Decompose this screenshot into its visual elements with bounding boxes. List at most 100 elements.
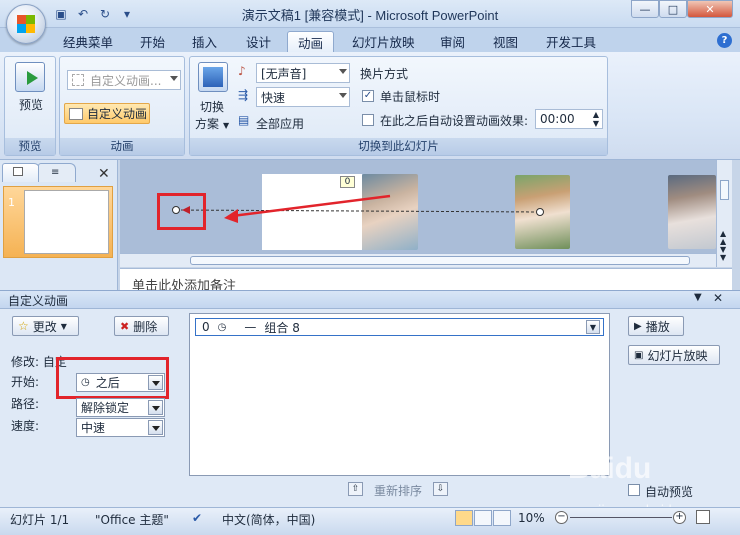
pane-close-icon[interactable]: ✕ — [713, 291, 723, 305]
slideshow-button[interactable]: ▣ 幻灯片放映 — [628, 345, 720, 365]
animation-item-name: 组合 8 — [264, 320, 300, 335]
play-icon: ▶ — [634, 320, 642, 332]
animation-clock-icon: ◷ — [217, 321, 227, 333]
speed-dropdown-icon[interactable] — [148, 420, 163, 435]
animation-combo[interactable]: 自定义动画... — [67, 70, 181, 90]
slide-thumbnail[interactable] — [24, 190, 109, 254]
sound-combo[interactable]: [无声音] — [256, 63, 350, 83]
auto-after-time-value: 00:00 — [540, 112, 575, 126]
slides-pane-close-icon[interactable]: ✕ — [98, 166, 110, 182]
apply-all-icon: ▤ — [238, 113, 250, 127]
preview-button[interactable]: 预览 — [19, 96, 43, 113]
animation-combo-value: 自定义动画... — [90, 73, 162, 88]
time-spinner-icon[interactable]: ▲ ▼ — [593, 110, 599, 128]
delete-icon: ✖ — [120, 319, 130, 333]
delete-label: 删除 — [133, 319, 158, 334]
vscroll-thumb[interactable] — [720, 180, 729, 200]
advance-mode-title: 换片方式 — [360, 67, 409, 81]
reading-view-icon[interactable] — [493, 510, 511, 526]
custom-animation-header — [0, 290, 740, 309]
speed-combo[interactable]: 快速 — [256, 87, 350, 107]
path-label: 路径: — [11, 397, 40, 411]
change-label: 更改 — [32, 319, 57, 334]
slideshow-icon: ▣ — [634, 349, 644, 361]
speed-combo-value: 快速 — [261, 90, 286, 105]
tab-animation[interactable]: 动画 — [287, 31, 335, 52]
tab-classic-menu[interactable]: 经典菜单 — [53, 31, 123, 52]
fit-to-window-icon[interactable] — [696, 510, 710, 524]
help-icon[interactable]: ? — [717, 33, 732, 48]
transition-scheme-icon[interactable] — [198, 62, 228, 92]
animation-path-icon: — — [244, 320, 257, 334]
red-annotation-arrow — [231, 194, 391, 218]
outline-tab[interactable]: ≡ — [38, 163, 76, 182]
vscroll-arrows-icon[interactable]: ▲ ▲ ▼ ▼ — [720, 230, 726, 262]
auto-after-time[interactable]: 00:00 ▲ ▼ — [535, 109, 603, 129]
reorder-down-icon[interactable]: ⇩ — [433, 482, 448, 496]
slide-horizontal-scrollbar[interactable] — [120, 253, 716, 267]
animation-list[interactable] — [189, 313, 610, 476]
status-slide-info: 幻灯片 1/1 — [10, 513, 70, 527]
tab-design[interactable]: 设计 — [236, 31, 281, 52]
auto-after-checkbox[interactable] — [362, 114, 374, 126]
group-label-animation: 动画 — [60, 138, 184, 155]
custom-animation-button[interactable]: 自定义动画 — [64, 103, 150, 124]
scheme-dropdown-icon[interactable]: ▼ — [223, 121, 229, 130]
speed-select[interactable]: 中速 — [76, 418, 165, 437]
normal-view-icon[interactable] — [455, 510, 473, 526]
animation-item-dropdown-icon[interactable]: ▼ — [586, 320, 600, 334]
zoom-out-icon[interactable]: − — [555, 511, 568, 524]
motion-path-overlay — [172, 194, 544, 223]
preview-icon[interactable] — [15, 62, 45, 92]
apply-all-button[interactable]: 全部应用 — [256, 115, 304, 132]
play-button[interactable]: ▶ 播放 — [628, 316, 684, 336]
red-arrowhead-icon — [224, 209, 238, 223]
group-label-transition: 切换到此幻灯片 — [190, 138, 607, 155]
notes-pane[interactable]: 单击此处添加备注 — [120, 268, 732, 290]
delete-effect-button[interactable]: ✖ 删除 — [114, 316, 169, 336]
group-label-preview: 预览 — [5, 138, 55, 155]
path-select[interactable]: 解除锁定 — [76, 398, 165, 417]
slide-number: 1 — [8, 196, 15, 209]
zoom-in-icon[interactable]: + — [673, 511, 686, 524]
slide-sorter-view-icon[interactable] — [474, 510, 492, 526]
outline-tab-icon: ≡ — [51, 167, 60, 178]
tab-insert[interactable]: 插入 — [182, 31, 227, 52]
custom-animation-icon — [69, 107, 83, 120]
sound-icon: ♪ — [238, 64, 246, 78]
window-title: 演示文稿1 [兼容模式] - Microsoft PowerPoint — [241, 8, 499, 23]
change-dropdown-icon: ▼ — [60, 321, 67, 331]
scheme-label[interactable]: 方案 — [195, 115, 219, 132]
reorder-up-icon[interactable]: ⇧ — [348, 482, 363, 496]
tab-home[interactable]: 开始 — [130, 31, 175, 52]
path-dropdown-icon[interactable] — [148, 400, 163, 415]
tab-review[interactable]: 审阅 — [430, 31, 475, 52]
sound-combo-value: [无声音] — [261, 66, 307, 81]
maximize-button[interactable]: □ — [659, 0, 687, 18]
tab-developer[interactable]: 开发工具 — [536, 31, 606, 52]
slides-tab[interactable] — [2, 163, 40, 182]
animation-list-item[interactable]: 0 ◷ — 组合 8 ▼ — [195, 318, 604, 336]
auto-after-label: 在此之后自动设置动画效果: — [380, 114, 529, 128]
hscroll-thumb[interactable] — [190, 256, 690, 265]
minimize-button[interactable]: — — [631, 0, 659, 18]
slide-vertical-scrollbar[interactable]: ▲ ▲ ▼ ▼ — [716, 160, 732, 267]
status-theme: "Office 主题" — [95, 513, 169, 527]
start-label: 开始: — [11, 375, 40, 389]
red-highlight-box-start — [56, 357, 169, 399]
play-label: 播放 — [645, 319, 670, 334]
pane-menu-icon[interactable]: ▼ — [694, 292, 702, 303]
animation-item-index: 0 — [202, 320, 210, 334]
change-effect-button[interactable]: ☆ 更改 ▼ — [12, 316, 79, 336]
on-click-checkbox[interactable]: ✓ — [362, 90, 374, 102]
zoom-level[interactable]: 10% — [518, 511, 545, 525]
tab-view[interactable]: 视图 — [483, 31, 528, 52]
tab-slideshow[interactable]: 幻灯片放映 — [342, 31, 425, 52]
switch-label[interactable]: 切换 — [200, 98, 224, 115]
spellcheck-icon[interactable]: ✔ — [192, 511, 202, 525]
reorder-label: 重新排序 — [374, 484, 423, 498]
zoom-slider-track[interactable] — [570, 517, 672, 518]
slides-tab-icon — [13, 167, 23, 176]
office-button[interactable] — [6, 4, 46, 44]
close-button[interactable]: ✕ — [687, 0, 733, 18]
